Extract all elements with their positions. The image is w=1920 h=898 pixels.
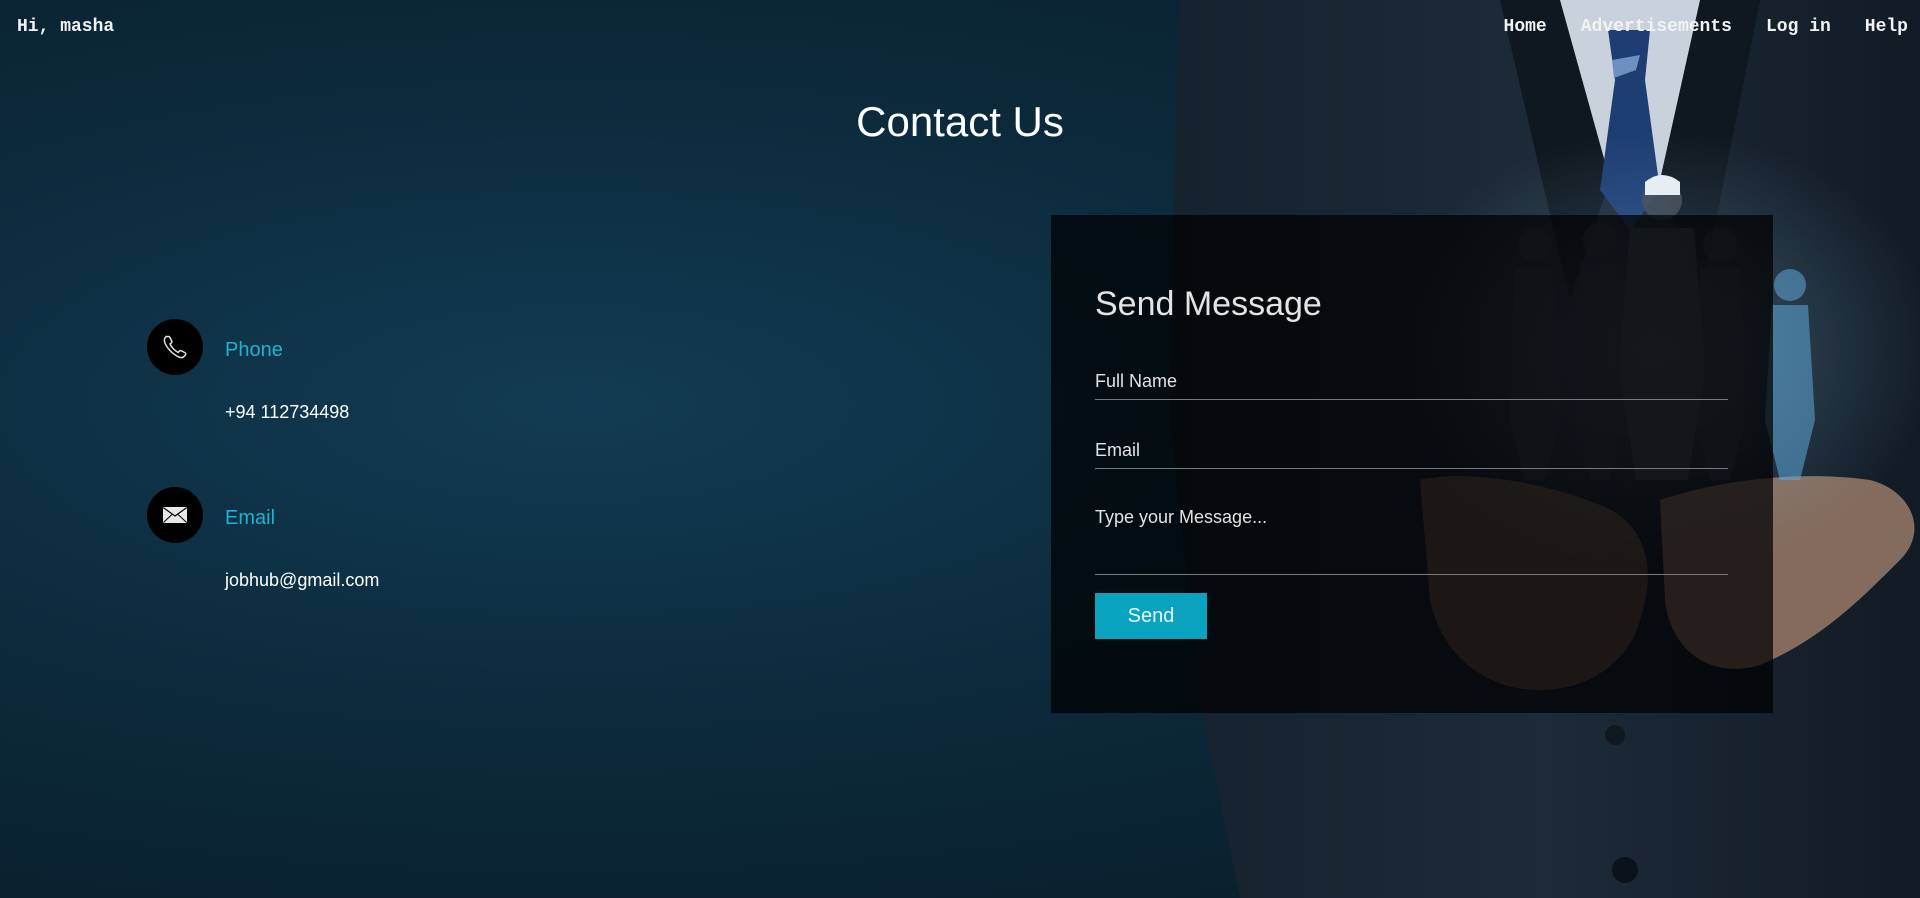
main-nav: Home Advertisements Log in Help: [1470, 17, 1908, 37]
message-textarea[interactable]: [1095, 507, 1728, 575]
phone-heading: Phone: [225, 339, 283, 361]
full-name-input[interactable]: [1095, 370, 1728, 400]
page-title: Contact Us: [856, 98, 1064, 145]
nav-link-home[interactable]: Home: [1504, 17, 1547, 37]
nav-link-help[interactable]: Help: [1865, 17, 1908, 37]
phone-icon: [147, 319, 203, 375]
nav-link-log-in[interactable]: Log in: [1766, 17, 1831, 37]
envelope-icon: [147, 487, 203, 543]
user-greeting: Hi, masha: [17, 17, 115, 37]
nav-link-advertisements[interactable]: Advertisements: [1581, 17, 1732, 37]
send-message-title: Send Message: [1095, 285, 1322, 323]
send-message-panel: Send Message Send: [1051, 215, 1773, 713]
email-address: jobhub@gmail.com: [225, 570, 380, 590]
top-navigation-bar: Hi, masha Home Advertisements Log in Hel…: [0, 0, 1920, 54]
phone-number: +94 112734498: [225, 402, 350, 422]
send-button[interactable]: Send: [1095, 593, 1207, 639]
email-heading: Email: [225, 507, 276, 529]
email-input[interactable]: [1095, 439, 1728, 469]
